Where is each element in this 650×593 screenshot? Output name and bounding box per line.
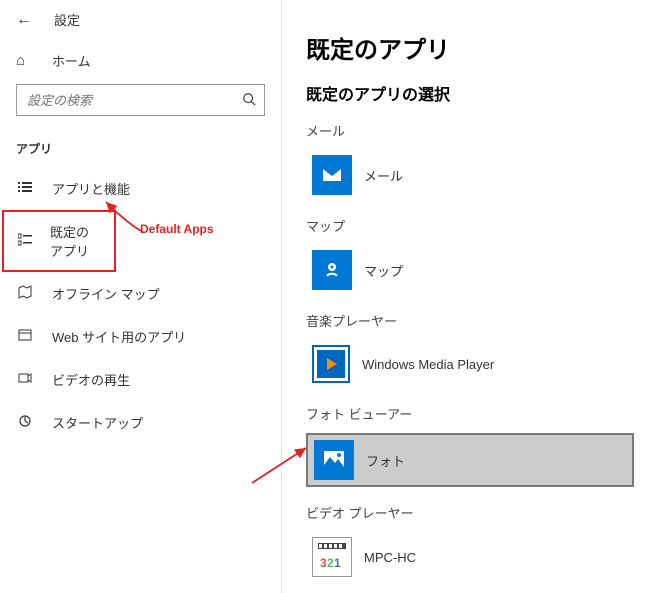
app-name: MPC-HC (364, 550, 416, 565)
home-label: ホーム (52, 51, 91, 70)
sidebar-item-apps-for-websites[interactable]: Web サイト用のアプリ (0, 315, 281, 358)
default-app-music[interactable]: Windows Media Player (306, 340, 642, 388)
back-button[interactable]: ← (16, 11, 36, 29)
search-box[interactable] (16, 84, 265, 116)
default-app-video[interactable]: 321 MPC-HC (306, 532, 642, 582)
sidebar-header: ← 設定 (0, 10, 281, 41)
video-icon (16, 371, 34, 388)
page-subtitle: 既定のアプリの選択 (306, 81, 642, 105)
category-label-mail: メール (306, 121, 642, 140)
mpc-icon: 321 (312, 537, 352, 577)
category-label-video: ビデオ プレーヤー (306, 503, 642, 522)
list-icon (16, 180, 34, 197)
home-icon: ⌂ (16, 52, 34, 69)
wmp-icon (314, 347, 348, 381)
sidebar-item-label: オフライン マップ (52, 284, 160, 303)
map-icon (16, 285, 34, 302)
main-content: 既定のアプリ 既定のアプリの選択 メール メール マップ マップ 音楽プレーヤー… (282, 0, 650, 593)
section-label: アプリ (0, 128, 281, 167)
app-name: Windows Media Player (362, 357, 494, 372)
sidebar-item-label: スタートアップ (52, 413, 143, 432)
sidebar-item-video-playback[interactable]: ビデオの再生 (0, 358, 281, 401)
sidebar-item-offline-maps[interactable]: オフライン マップ (0, 272, 281, 315)
sidebar: ← 設定 ⌂ ホーム アプリ アプリと機能 既定のアプリ オフライン マップ (0, 0, 282, 593)
annotation-default-apps: Default Apps (140, 222, 214, 236)
window-title: 設定 (54, 10, 80, 29)
sidebar-item-default-apps[interactable]: 既定のアプリ (2, 210, 116, 272)
startup-icon (16, 414, 34, 431)
app-name: メール (364, 166, 403, 185)
category-label-photo: フォト ビューアー (306, 404, 642, 423)
sidebar-item-label: ビデオの再生 (52, 370, 130, 389)
defaults-icon (18, 233, 32, 250)
sidebar-item-label: 既定のアプリ (50, 222, 100, 260)
website-icon (16, 328, 34, 345)
sidebar-item-label: アプリと機能 (52, 179, 130, 198)
default-app-mail[interactable]: メール (306, 150, 642, 200)
photos-icon (314, 440, 354, 480)
search-input[interactable] (17, 93, 234, 108)
svg-text:3: 3 (320, 556, 327, 570)
app-name: フォト (366, 451, 405, 470)
sidebar-item-apps-features[interactable]: アプリと機能 (0, 167, 281, 210)
app-name: マップ (364, 261, 403, 280)
maps-icon (312, 250, 352, 290)
search-icon[interactable] (234, 92, 264, 109)
mail-icon (312, 155, 352, 195)
svg-text:1: 1 (334, 556, 341, 570)
default-app-photo[interactable]: フォト (306, 433, 634, 487)
sidebar-item-startup[interactable]: スタートアップ (0, 401, 281, 444)
home-button[interactable]: ⌂ ホーム (0, 41, 281, 80)
sidebar-item-label: Web サイト用のアプリ (52, 327, 186, 346)
default-app-maps[interactable]: マップ (306, 245, 642, 295)
category-label-maps: マップ (306, 216, 642, 235)
svg-text:2: 2 (327, 556, 334, 570)
page-title: 既定のアプリ (306, 30, 642, 65)
category-label-music: 音楽プレーヤー (306, 311, 642, 330)
